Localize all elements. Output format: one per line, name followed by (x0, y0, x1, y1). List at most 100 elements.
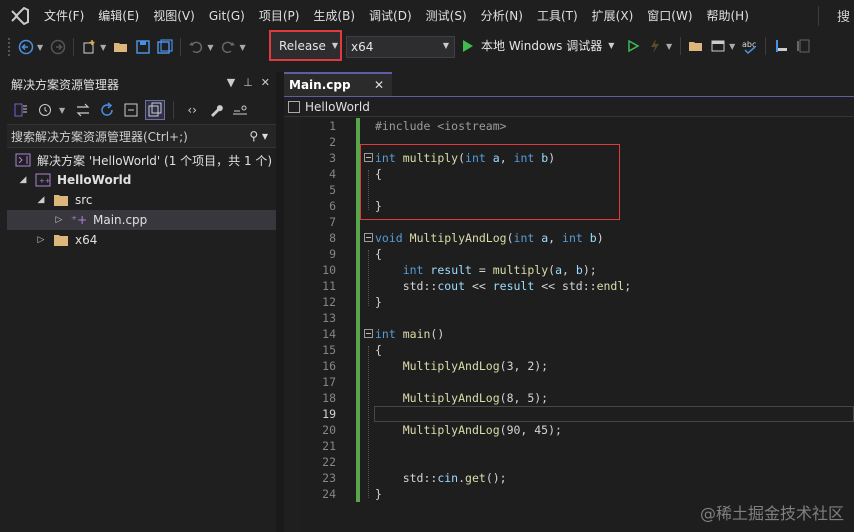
menu-item[interactable]: 分析(N) (474, 0, 530, 32)
code-line[interactable]: 8 void MultiplyAndLog(int a, int b) (284, 230, 854, 246)
folder-view-icon[interactable] (686, 36, 706, 56)
menu-item[interactable]: 项目(P) (252, 0, 307, 32)
back-caret-icon[interactable]: ▼ (37, 43, 43, 52)
window-position-dropdown-icon[interactable]: ▼ (227, 76, 235, 89)
breakpoint-icon[interactable] (771, 36, 791, 56)
sync-with-active-document-icon[interactable] (73, 100, 93, 120)
code-line[interactable]: 18 MultiplyAndLog(8, 5); (284, 390, 854, 406)
menu-item[interactable]: 生成(B) (306, 0, 362, 32)
code-line[interactable]: 17 (284, 374, 854, 390)
menu-item[interactable]: 扩展(X) (585, 0, 641, 32)
menu-item[interactable]: 视图(V) (146, 0, 202, 32)
undo-icon[interactable] (186, 37, 206, 57)
panel-splitter[interactable] (276, 72, 284, 532)
spell-check-icon[interactable]: abc (740, 36, 760, 56)
code-line[interactable]: 14 int main() (284, 326, 854, 342)
switch-views-icon[interactable] (11, 100, 31, 120)
save-all-icon[interactable] (155, 37, 175, 57)
undo-caret-icon[interactable]: ▼ (207, 43, 213, 52)
code-line[interactable]: 12} (284, 294, 854, 310)
indent-guide (368, 346, 369, 498)
expanded-arrow-icon[interactable]: ◢ (35, 195, 47, 205)
code-text: } (375, 487, 382, 501)
menu-item[interactable]: 文件(F) (40, 0, 91, 32)
code-line[interactable]: 15 { (284, 342, 854, 358)
window-layout-icon[interactable] (708, 36, 728, 56)
tree-item-folder-src[interactable]: ◢ src (7, 190, 276, 210)
menu-item[interactable]: Git(G) (202, 0, 252, 32)
menu-item[interactable]: 窗口(W) (640, 0, 699, 32)
line-number: 1 (329, 119, 336, 133)
search-icon[interactable]: ⚲ ▾ (249, 129, 268, 143)
menu-item[interactable]: 调试(D) (362, 0, 419, 32)
line-number: 7 (329, 215, 336, 229)
tab-well (392, 72, 854, 96)
debugger-label: 本地 Windows 调试器 (481, 39, 603, 53)
visual-studio-logo-icon[interactable] (0, 0, 40, 32)
tree-item-folder-x64[interactable]: ▷ x64 (7, 230, 276, 250)
code-line[interactable]: 10 int result = multiply(a, b); (284, 262, 854, 278)
navigate-forward-icon[interactable] (48, 37, 68, 57)
show-all-files-icon[interactable] (145, 100, 166, 120)
comment-out-icon[interactable] (793, 36, 813, 56)
solution-explorer-search-input[interactable]: 搜索解决方案资源管理器(Ctrl+;) ⚲ ▾ (7, 124, 276, 148)
collapse-all-icon[interactable] (121, 100, 141, 120)
layout-caret-icon[interactable]: ▼ (729, 42, 735, 51)
start-without-debugging-icon[interactable] (623, 36, 643, 56)
collapsed-arrow-icon[interactable]: ▷ (35, 235, 47, 245)
toolbar-grip[interactable] (8, 38, 11, 56)
code-line[interactable]: 20 MultiplyAndLog(90, 45); (284, 422, 854, 438)
solution-configuration-dropdown[interactable]: Release ▼ (269, 30, 342, 61)
menu-item[interactable]: 工具(T) (530, 0, 585, 32)
close-icon[interactable]: ✕ (261, 76, 270, 89)
start-debugging-button[interactable]: 本地 Windows 调试器 ▼ (463, 37, 614, 54)
code-line[interactable]: 13 (284, 310, 854, 326)
chevron-down-icon[interactable]: ▼ (608, 41, 614, 50)
properties-wrench-icon[interactable] (206, 100, 226, 120)
code-text: MultiplyAndLog(3, 2); (402, 359, 549, 373)
view-code-icon[interactable]: ‹› (182, 100, 202, 120)
toolbar-right-group: ▼ ▼ abc (622, 36, 814, 56)
refresh-icon[interactable] (97, 100, 117, 120)
open-folder-icon[interactable] (111, 37, 131, 57)
redo-caret-icon[interactable]: ▼ (239, 43, 245, 52)
code-line[interactable]: 1 #include <iostream> (284, 118, 854, 134)
search-menu-button[interactable]: 搜 (837, 6, 850, 25)
menu-item[interactable]: 测试(S) (419, 0, 474, 32)
collapse-region-icon[interactable] (364, 233, 373, 242)
code-text: { (375, 343, 382, 357)
menu-item[interactable]: 编辑(E) (91, 0, 146, 32)
save-icon[interactable] (133, 37, 153, 57)
code-line[interactable]: 22 (284, 454, 854, 470)
pin-icon[interactable]: ⊥ (243, 76, 253, 89)
line-number: 13 (322, 311, 336, 325)
menu-item[interactable]: 帮助(H) (700, 0, 756, 32)
tab-main-cpp[interactable]: Main.cpp ✕ (284, 72, 392, 96)
filter-caret-icon[interactable]: ▼ (59, 106, 65, 115)
code-line[interactable]: 16 MultiplyAndLog(3, 2); (284, 358, 854, 374)
solution-label: 解决方案 'HelloWorld' (1 个项目，共 1 个) (37, 153, 273, 168)
hot-reload-icon[interactable] (645, 36, 665, 56)
code-line[interactable]: 11 std::cout << result << std::endl; (284, 278, 854, 294)
collapse-region-icon[interactable] (364, 329, 373, 338)
solution-platform-dropdown[interactable]: x64 ▼ (346, 36, 455, 58)
tree-item-project[interactable]: ◢ ++ HelloWorld (7, 170, 276, 190)
tree-item-file-main[interactable]: ▷ ⁺+ Main.cpp (7, 210, 276, 230)
navigation-bar[interactable]: HelloWorld (284, 97, 854, 117)
code-line[interactable]: 9{ (284, 246, 854, 262)
navigate-back-icon[interactable] (16, 37, 36, 57)
code-line[interactable]: 21 (284, 438, 854, 454)
new-caret-icon[interactable]: ▼ (100, 43, 106, 52)
close-icon[interactable]: ✕ (374, 78, 384, 92)
pending-changes-filter-icon[interactable] (35, 100, 55, 120)
code-text: int result = multiply(a, b); (402, 263, 597, 277)
preview-selected-items-icon[interactable] (230, 100, 250, 120)
code-line[interactable]: 19 (284, 406, 854, 422)
collapsed-arrow-icon[interactable]: ▷ (53, 215, 65, 225)
tree-item-solution[interactable]: 解决方案 'HelloWorld' (1 个项目，共 1 个) (7, 150, 276, 170)
expanded-arrow-icon[interactable]: ◢ (17, 175, 29, 185)
new-project-icon[interactable] (79, 37, 99, 57)
redo-icon[interactable] (218, 37, 238, 57)
code-line[interactable]: 23 std::cin.get(); (284, 470, 854, 486)
hot-reload-caret-icon[interactable]: ▼ (666, 42, 672, 51)
